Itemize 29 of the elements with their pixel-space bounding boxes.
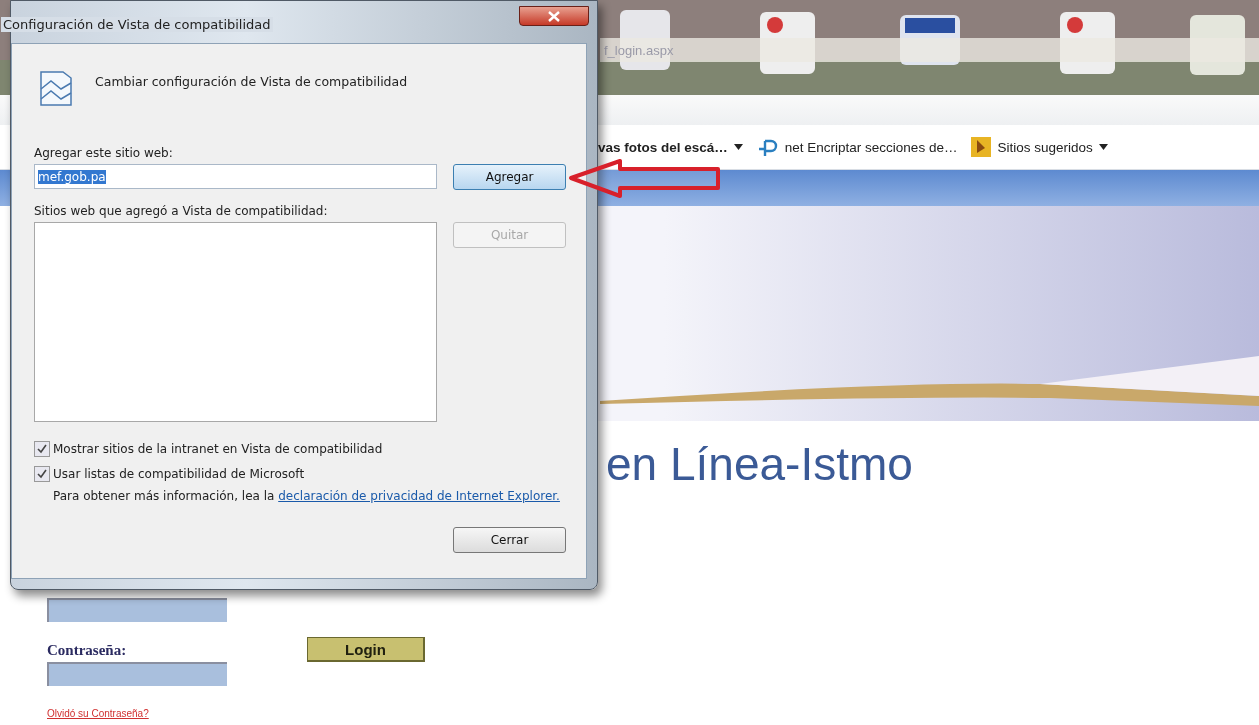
page-title: en Línea-Istmo [606, 437, 913, 492]
add-button[interactable]: Agregar [453, 164, 566, 190]
privacy-note: Para obtener más información, lea la declaración de privacidad de Internet Explorer. [53, 488, 561, 505]
favorites-item[interactable]: vas fotos del escá… [598, 139, 743, 155]
suggested-sites-icon [971, 137, 992, 157]
caret-icon [733, 144, 743, 150]
website-field[interactable]: mef.gob.pa [34, 164, 438, 189]
close-icon [548, 10, 560, 22]
checkbox-label: Usar listas de compatibilidad de Microsoft [53, 466, 305, 481]
login-button[interactable]: Login [307, 637, 425, 662]
close-button[interactable] [519, 6, 589, 26]
dialog-title: Configuración de Vista de compatibilidad [1, 17, 273, 32]
privacy-link[interactable]: declaración de privacidad de Internet Explorer. [278, 489, 560, 503]
close-dialog-button[interactable]: Cerrar [453, 527, 566, 553]
list-label: Sitios web que agregó a Vista de compatibilidad: [34, 204, 329, 218]
forgot-password-link[interactable]: Olvidó su Contraseña? [47, 708, 149, 719]
compatibility-view-icon [39, 69, 73, 107]
dialog-heading: Cambiar configuración de Vista de compatibilidad [95, 73, 408, 89]
password-label: Contraseña: [47, 642, 127, 659]
web-slice-icon [756, 137, 779, 157]
checkbox-label: Mostrar sitios de la intranet en Vista de compatibilidad [53, 441, 383, 456]
checkbox[interactable] [34, 440, 50, 457]
checkbox[interactable] [34, 465, 50, 482]
favorites-item[interactable]: Sitios sugeridos [971, 137, 1108, 157]
password-field[interactable] [47, 662, 227, 686]
username-field[interactable] [47, 598, 227, 622]
favorites-item[interactable]: net Encriptar secciones de… [756, 137, 958, 157]
caret-icon [1098, 144, 1108, 150]
field-label: Agregar este sitio web: [34, 146, 174, 160]
